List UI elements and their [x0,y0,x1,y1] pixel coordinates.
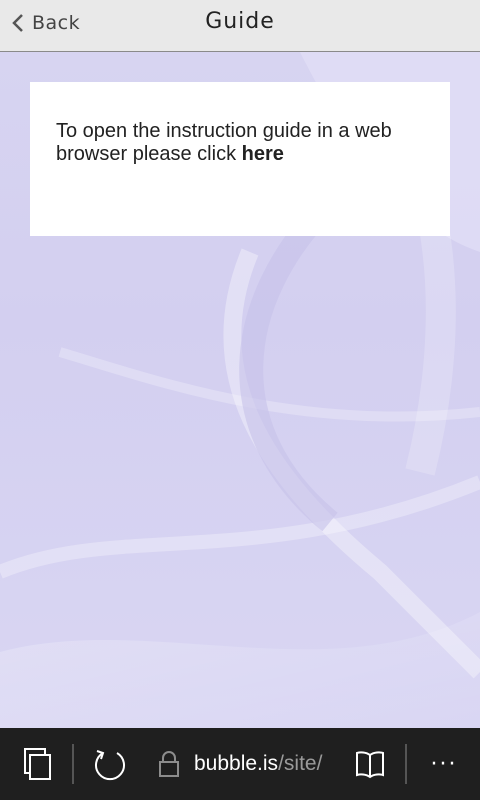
refresh-icon [95,750,125,781]
more-icon: ··· [430,751,458,777]
guide-card: To open the instruction guide in a web b… [30,82,450,236]
lock-icon [159,751,179,777]
reading-view-icon [356,751,384,779]
toolbar-divider [72,744,74,784]
guide-message: To open the instruction guide in a web b… [56,120,426,166]
browser-toolbar: bubble.is/site/ ··· [0,728,480,800]
tabs-button[interactable] [16,744,56,784]
address-domain: bubble.is [194,752,279,775]
address-bar[interactable]: bubble.is/site/ [158,748,322,780]
reading-view-button[interactable] [350,744,390,784]
address-path: /site/ [278,752,323,775]
content-area: To open the instruction guide in a web b… [0,52,480,728]
guide-message-text: To open the instruction guide in a web b… [56,120,392,165]
more-button[interactable]: ··· [424,744,464,784]
refresh-button[interactable] [90,744,130,784]
toolbar-divider [405,744,407,784]
guide-link[interactable]: here [242,143,284,165]
tabs-icon [24,748,51,780]
page-title: Guide [205,9,275,34]
app-header: Back Guide [0,0,480,52]
